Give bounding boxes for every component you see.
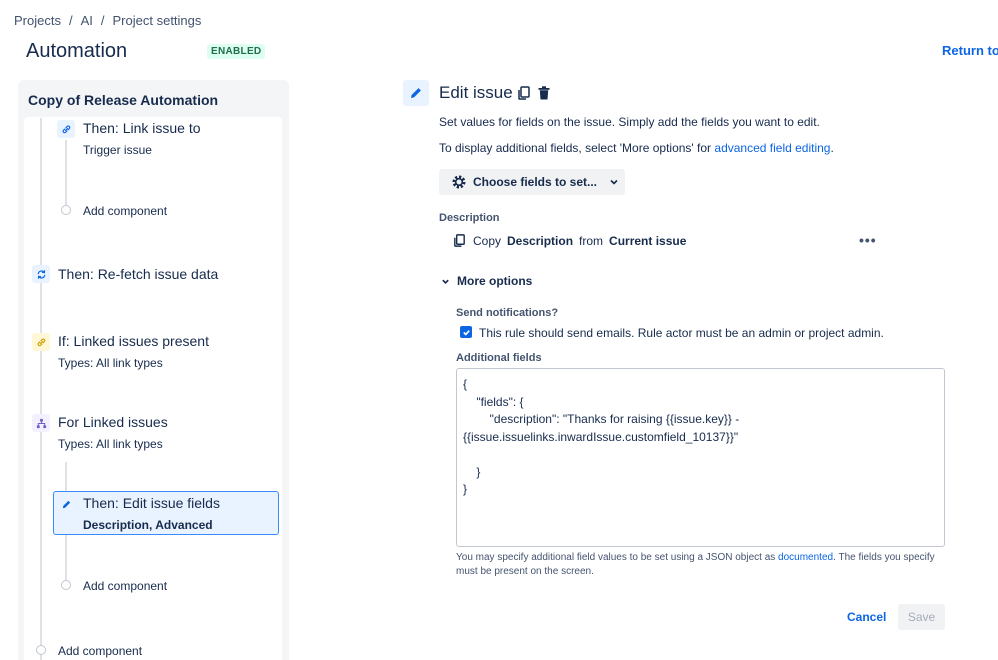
- edit-issue-description: Set values for fields on the issue. Simp…: [439, 115, 820, 129]
- copy-from-word: from: [579, 234, 603, 248]
- additional-fields-label: Additional fields: [456, 352, 542, 364]
- trash-icon[interactable]: [536, 85, 552, 101]
- breadcrumb: Projects / AI / Project settings: [14, 13, 201, 28]
- copy-icon: [452, 233, 467, 248]
- component-linked-present-title[interactable]: If: Linked issues present: [58, 333, 209, 349]
- breadcrumb-separator: /: [101, 13, 105, 28]
- choose-fields-label: Choose fields to set...: [473, 175, 597, 189]
- pencil-icon: [57, 495, 75, 513]
- status-badge: ENABLED: [207, 44, 265, 59]
- component-for-linked-title[interactable]: For Linked issues: [58, 414, 168, 430]
- component-edit-issue-title[interactable]: Then: Edit issue fields: [83, 495, 220, 511]
- main-flow-line: [40, 118, 42, 660]
- hint-suffix: .: [830, 141, 833, 155]
- add-component-dot[interactable]: [61, 205, 71, 215]
- advanced-editing-hint: To display additional fields, select 'Mo…: [439, 141, 834, 155]
- choose-fields-button[interactable]: Choose fields to set...: [439, 169, 625, 195]
- component-edit-issue-subtitle: Description, Advanced: [83, 518, 213, 532]
- component-refetch-title[interactable]: Then: Re-fetch issue data: [58, 266, 218, 282]
- copy-field-name: Description: [507, 234, 573, 248]
- edit-issue-title: Edit issue: [439, 83, 513, 103]
- more-actions-button[interactable]: •••: [859, 232, 877, 248]
- check-icon: [462, 328, 471, 337]
- component-link-issue-title[interactable]: Then: Link issue to: [83, 120, 201, 136]
- cancel-button[interactable]: Cancel: [847, 610, 886, 624]
- branch-flow-line: [65, 140, 67, 206]
- help-prefix: You may specify additional field values …: [456, 552, 778, 563]
- component-linked-present-subtitle: Types: All link types: [58, 356, 163, 370]
- branch-icon: [32, 414, 50, 432]
- additional-fields-textarea[interactable]: { "fields": { "description": "Thanks for…: [456, 368, 945, 547]
- page-title: Automation: [26, 40, 127, 63]
- gear-icon: [451, 174, 467, 190]
- documented-link[interactable]: documented: [778, 552, 833, 563]
- rule-name: Copy of Release Automation: [28, 92, 218, 108]
- save-button[interactable]: Save: [898, 604, 945, 630]
- component-for-linked-subtitle: Types: All link types: [58, 437, 163, 451]
- breadcrumb-ai[interactable]: AI: [81, 13, 93, 28]
- advanced-field-editing-link[interactable]: advanced field editing: [714, 141, 830, 155]
- rule-panel: Copy of Release Automation: [18, 80, 289, 660]
- additional-fields-json: { "fields": { "description": "Thanks for…: [463, 376, 739, 499]
- add-component-dot[interactable]: [61, 580, 71, 590]
- copy-source-name: Current issue: [609, 234, 686, 248]
- hint-prefix: To display additional fields, select 'Mo…: [439, 141, 714, 155]
- send-notifications-label: Send notifications?: [456, 307, 558, 319]
- duplicate-icon[interactable]: [516, 85, 532, 101]
- additional-fields-help: You may specify additional field values …: [456, 551, 936, 579]
- chevron-down-icon: [609, 177, 619, 187]
- breadcrumb-separator: /: [69, 13, 73, 28]
- send-notifications-checkbox[interactable]: [460, 326, 472, 338]
- breadcrumb-project-settings[interactable]: Project settings: [113, 13, 202, 28]
- component-link-issue-subtitle: Trigger issue: [83, 143, 152, 157]
- description-copy-row: Copy Description from Current issue: [452, 233, 686, 248]
- add-component-dot[interactable]: [36, 645, 46, 655]
- more-options-toggle[interactable]: More options: [441, 274, 532, 288]
- send-notifications-text: This rule should send emails. Rule actor…: [479, 326, 884, 340]
- add-component-link[interactable]: Add component: [83, 579, 167, 593]
- breadcrumb-projects[interactable]: Projects: [14, 13, 61, 28]
- edit-issue-pencil-icon: [403, 80, 429, 106]
- copy-word: Copy: [473, 234, 501, 248]
- chevron-down-icon: [441, 277, 450, 286]
- add-component-link[interactable]: Add component: [58, 644, 142, 658]
- link-icon: [57, 120, 75, 138]
- more-options-label: More options: [457, 274, 532, 288]
- description-field-label: Description: [439, 212, 500, 224]
- refresh-icon: [32, 265, 50, 283]
- link-condition-icon: [32, 333, 50, 351]
- add-component-link[interactable]: Add component: [83, 204, 167, 218]
- return-link[interactable]: Return to l: [942, 43, 998, 58]
